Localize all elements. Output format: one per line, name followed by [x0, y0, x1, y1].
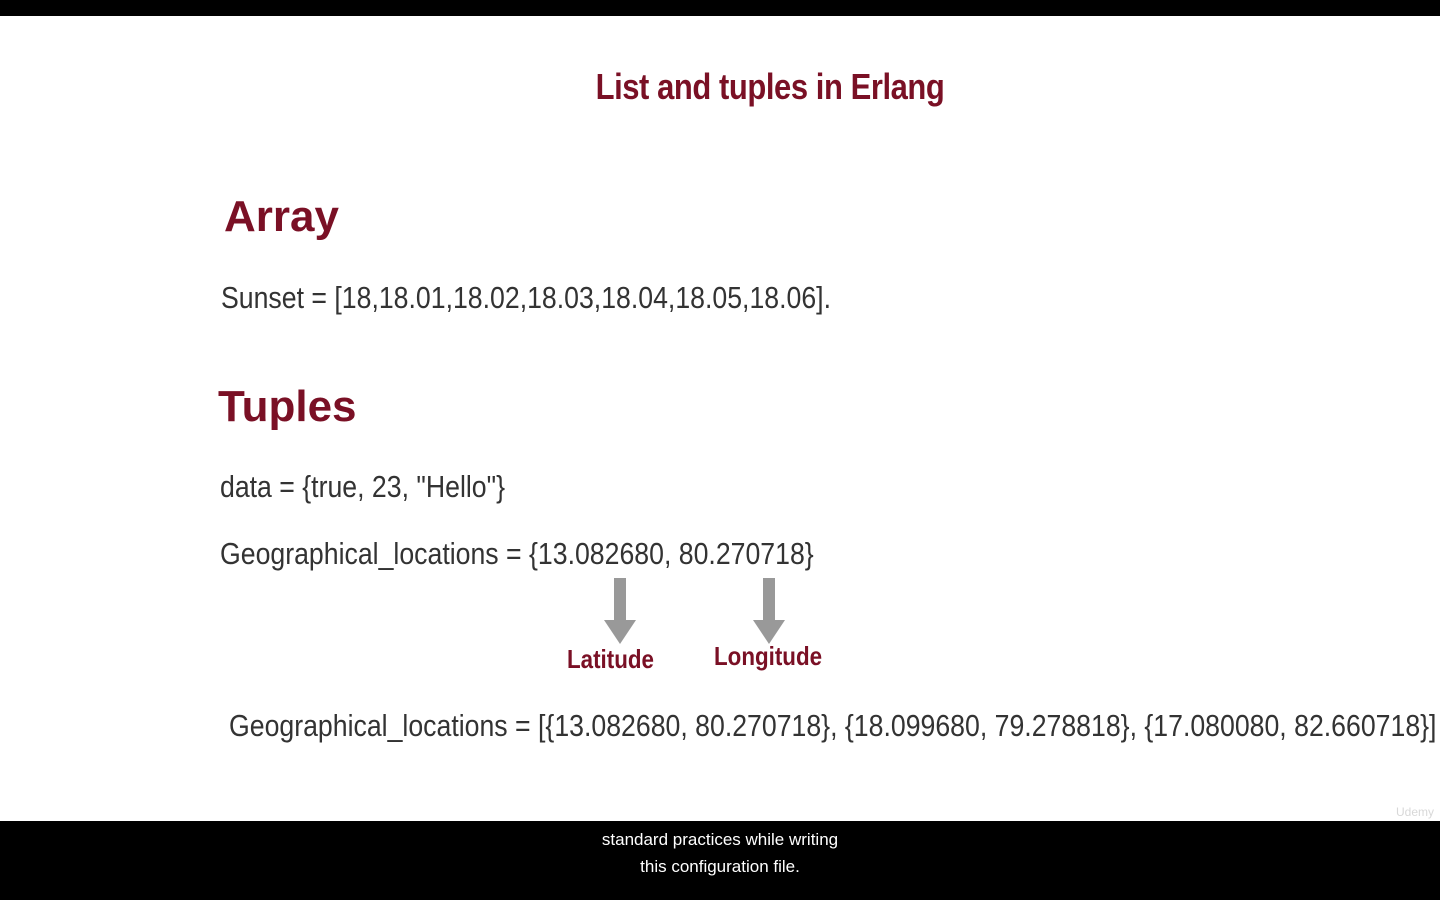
video-frame: List and tuples in Erlang Array Sunset =…: [0, 0, 1440, 900]
latitude-label: Latitude: [567, 644, 654, 674]
array-example: Sunset = [18,18.01,18.02,18.03,18.04,18.…: [221, 280, 831, 315]
tuple-example-2: Geographical_locations = {13.082680, 80.…: [220, 536, 814, 571]
tuples-heading: Tuples: [218, 382, 357, 431]
subtitle-captions: standard practices while writing this co…: [0, 821, 1440, 900]
udemy-watermark: Udemy: [1395, 805, 1434, 819]
latitude-arrow-icon: [604, 578, 636, 644]
caption-line-2: this configuration file.: [640, 857, 800, 876]
caption-line-1: standard practices while writing: [601, 830, 839, 849]
slide: List and tuples in Erlang Array Sunset =…: [0, 16, 1440, 821]
longitude-label: Longitude: [714, 641, 823, 671]
array-heading: Array: [224, 192, 339, 241]
longitude-arrow-icon: [753, 578, 785, 644]
slide-title: List and tuples in Erlang: [595, 66, 945, 107]
tuple-example-1: data = {true, 23, "Hello"}: [220, 469, 505, 504]
list-of-tuples-example: Geographical_locations = [{13.082680, 80…: [229, 708, 1437, 743]
